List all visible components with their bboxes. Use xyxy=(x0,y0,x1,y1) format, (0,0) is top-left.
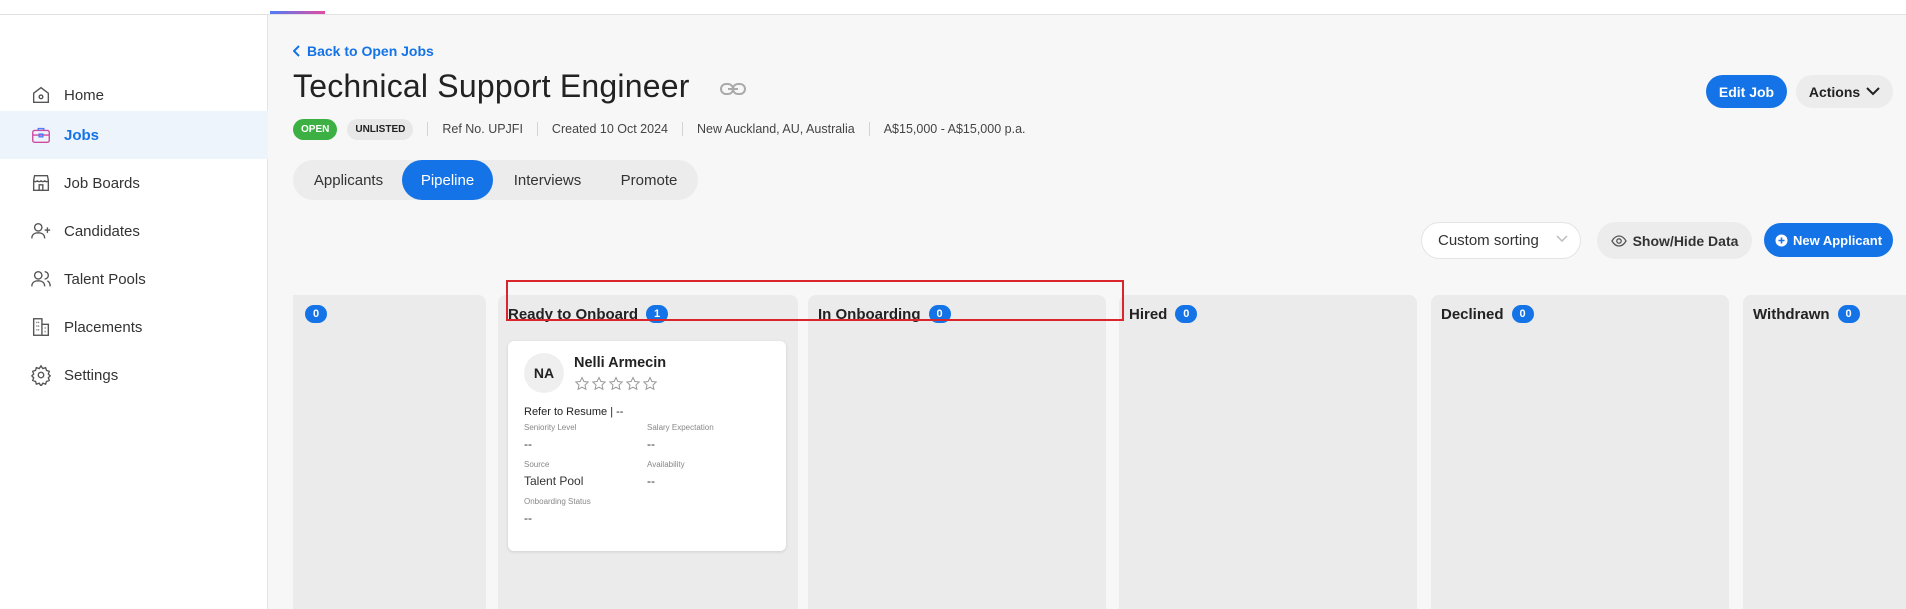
sorting-select[interactable]: Custom sorting xyxy=(1421,222,1581,259)
sidebar-item-label: Talent Pools xyxy=(64,270,146,288)
tab-pipeline[interactable]: Pipeline xyxy=(402,160,493,200)
top-accent-bar xyxy=(270,11,325,14)
star-icon[interactable] xyxy=(642,376,658,392)
sidebar-item-job-boards[interactable]: Job Boards xyxy=(0,159,268,207)
pipeline-column-in-onboarding: In Onboarding 0 xyxy=(808,295,1106,609)
column-count-badge: 1 xyxy=(646,305,669,323)
column-count-badge: 0 xyxy=(1837,305,1860,323)
edit-job-button[interactable]: Edit Job xyxy=(1706,75,1787,108)
sidebar-item-label: Candidates xyxy=(64,222,140,240)
avatar: NA xyxy=(524,353,564,393)
chevron-left-icon xyxy=(293,45,300,57)
actions-button[interactable]: Actions xyxy=(1796,75,1893,108)
chevron-down-icon xyxy=(1866,87,1880,96)
top-bar xyxy=(0,0,1906,15)
pipeline-column-declined: Declined 0 xyxy=(1431,295,1729,609)
column-header: Ready to Onboard 1 xyxy=(508,305,669,323)
tab-promote[interactable]: Promote xyxy=(602,160,696,200)
column-header: 0 xyxy=(297,305,327,323)
sidebar-item-jobs[interactable]: Jobs xyxy=(0,111,268,159)
star-icon[interactable] xyxy=(608,376,624,392)
column-count-badge: 0 xyxy=(305,305,327,323)
show-hide-label: Show/Hide Data xyxy=(1632,232,1739,249)
actions-label: Actions xyxy=(1808,83,1861,100)
star-icon[interactable] xyxy=(574,376,590,392)
star-icon[interactable] xyxy=(625,376,641,392)
seniority-value: -- xyxy=(524,437,532,451)
column-header: Hired 0 xyxy=(1129,305,1198,323)
storefront-icon xyxy=(30,172,52,194)
tab-applicants[interactable]: Applicants xyxy=(295,160,402,200)
new-applicant-button[interactable]: New Applicant xyxy=(1764,223,1893,257)
column-header: Withdrawn 0 xyxy=(1753,305,1860,323)
sorting-value: Custom sorting xyxy=(1438,232,1539,249)
candidate-card[interactable]: NA Nelli Armecin Refer to Resume | -- Se… xyxy=(508,341,786,551)
sidebar: Home Jobs Job Boards Candidates Talent P… xyxy=(0,15,268,609)
candidate-name[interactable]: Nelli Armecin xyxy=(574,355,666,371)
star-rating[interactable] xyxy=(574,376,658,392)
sidebar-item-label: Jobs xyxy=(64,126,100,144)
salary-expectation-value: -- xyxy=(647,437,655,451)
sidebar-item-candidates[interactable]: Candidates xyxy=(0,207,268,255)
created-date: Created 10 Oct 2024 xyxy=(536,122,682,136)
pipeline-column-hired: Hired 0 xyxy=(1119,295,1417,609)
pipeline-board: 0 Ready to Onboard 1 NA Nelli Armecin Re… xyxy=(293,280,1906,609)
sidebar-item-label: Home xyxy=(64,86,105,104)
column-header: In Onboarding 0 xyxy=(818,305,951,323)
column-count-badge: 0 xyxy=(1175,305,1198,323)
ref-number: Ref No. UPJFI xyxy=(427,122,537,136)
availability-label: Availability xyxy=(647,460,685,469)
gear-icon xyxy=(30,364,52,386)
users-icon xyxy=(30,268,52,290)
column-title: Hired xyxy=(1129,305,1168,323)
eye-icon xyxy=(1610,234,1627,247)
column-title: In Onboarding xyxy=(818,305,921,323)
availability-value: -- xyxy=(647,474,655,488)
salary-expectation-label: Salary Expectation xyxy=(647,423,714,432)
back-to-open-jobs-link[interactable]: Back to Open Jobs xyxy=(293,43,434,59)
status-badge: OPEN xyxy=(293,118,338,140)
sidebar-item-label: Placements xyxy=(64,318,143,336)
building-icon xyxy=(30,316,52,338)
job-location: New Auckland, AU, Australia xyxy=(681,122,869,136)
sidebar-item-label: Job Boards xyxy=(64,174,140,192)
sidebar-item-label: Settings xyxy=(64,366,119,384)
chevron-down-icon xyxy=(1556,235,1568,243)
pipeline-column-withdrawn: Withdrawn 0 xyxy=(1743,295,1906,609)
column-count-badge: 0 xyxy=(1511,305,1534,323)
sidebar-item-settings[interactable]: Settings xyxy=(0,351,268,399)
column-header: Declined 0 xyxy=(1441,305,1534,323)
new-applicant-label: New Applicant xyxy=(1792,232,1883,248)
job-salary: A$15,000 - A$15,000 p.a. xyxy=(868,122,1040,136)
onboarding-status-label: Onboarding Status xyxy=(524,497,591,506)
show-hide-data-button[interactable]: Show/Hide Data xyxy=(1597,222,1752,259)
link-icon[interactable] xyxy=(720,81,746,97)
column-title: Withdrawn xyxy=(1753,305,1830,323)
star-icon[interactable] xyxy=(591,376,607,392)
visibility-badge: UNLISTED xyxy=(347,118,414,140)
source-value: Talent Pool xyxy=(524,474,584,488)
back-link-label: Back to Open Jobs xyxy=(307,43,434,59)
refer-to-resume: Refer to Resume | -- xyxy=(524,406,624,418)
home-icon xyxy=(30,84,52,106)
briefcase-icon xyxy=(30,124,52,146)
onboarding-status-value: -- xyxy=(524,511,532,525)
tab-interviews[interactable]: Interviews xyxy=(493,160,602,200)
job-meta-row: OPEN UNLISTED Ref No. UPJFI Created 10 O… xyxy=(293,118,1040,140)
column-title: Ready to Onboard xyxy=(508,305,639,323)
column-count-badge: 0 xyxy=(928,305,951,323)
pipeline-column-previous: 0 xyxy=(293,295,486,609)
user-plus-icon xyxy=(30,220,52,242)
job-tabs: Applicants Pipeline Interviews Promote xyxy=(293,160,698,200)
column-title: Declined xyxy=(1441,305,1504,323)
seniority-label: Seniority Level xyxy=(524,423,577,432)
pipeline-column-ready-to-onboard: Ready to Onboard 1 NA Nelli Armecin Refe… xyxy=(498,295,798,609)
source-label: Source xyxy=(524,460,550,469)
sidebar-item-talent-pools[interactable]: Talent Pools xyxy=(0,255,268,303)
page-title: Technical Support Engineer xyxy=(293,68,690,104)
plus-circle-icon xyxy=(1775,234,1788,246)
sidebar-item-placements[interactable]: Placements xyxy=(0,303,268,351)
main-content: Back to Open Jobs Technical Support Engi… xyxy=(269,15,1906,609)
